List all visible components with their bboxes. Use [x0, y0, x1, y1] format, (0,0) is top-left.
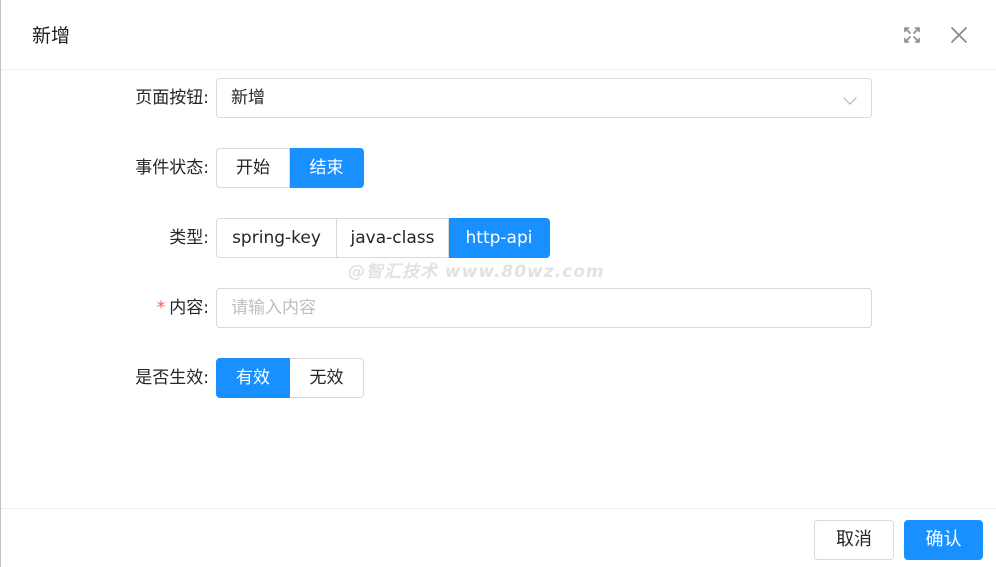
content-row: * 内容:	[1, 288, 996, 328]
page-button-select[interactable]: 新增	[216, 78, 872, 118]
type-option-http-api[interactable]: http-api	[449, 218, 550, 258]
type-label: 类型:	[169, 228, 209, 248]
is-valid-row: 是否生效: 有效 无效	[1, 358, 996, 398]
dialog-footer: 取消 确认	[1, 508, 996, 567]
watermark: @智汇技术 www.80wz.com	[348, 262, 605, 282]
content-label: 内容:	[169, 298, 209, 318]
event-status-row: 事件状态: 开始 结束	[1, 148, 996, 188]
type-radio-group: spring-key java-class http-api	[216, 218, 550, 258]
page-button-label: 页面按钮:	[135, 88, 209, 108]
event-status-option-start[interactable]: 开始	[216, 148, 290, 188]
content-field[interactable]	[216, 288, 872, 328]
add-dialog: 新增 页面按钮: 新增 事件状态: 开始 结束 类型: spring-key j…	[0, 0, 996, 567]
confirm-button[interactable]: 确认	[904, 520, 983, 560]
type-option-spring-key[interactable]: spring-key	[216, 218, 337, 258]
content-input[interactable]	[217, 289, 871, 327]
page-button-row: 页面按钮: 新增	[1, 78, 996, 118]
is-valid-radio-group: 有效 无效	[216, 358, 364, 398]
dialog-title: 新增	[32, 25, 71, 47]
is-valid-label: 是否生效:	[135, 368, 209, 388]
type-option-java-class[interactable]: java-class	[337, 218, 449, 258]
dialog-header: 新增	[1, 0, 996, 70]
event-status-label: 事件状态:	[135, 158, 209, 178]
event-status-option-end[interactable]: 结束	[290, 148, 364, 188]
chevron-down-icon	[843, 92, 857, 105]
required-mark: *	[156, 298, 166, 318]
close-icon[interactable]	[947, 23, 971, 47]
content-label-wrapper: * 内容:	[157, 288, 209, 328]
event-status-radio-group: 开始 结束	[216, 148, 364, 188]
cancel-button[interactable]: 取消	[814, 520, 894, 560]
page-button-value: 新增	[231, 88, 265, 108]
is-valid-option-invalid[interactable]: 无效	[290, 358, 364, 398]
fullscreen-icon[interactable]	[900, 23, 924, 47]
type-row: 类型: spring-key java-class http-api	[1, 218, 996, 258]
is-valid-option-valid[interactable]: 有效	[216, 358, 290, 398]
